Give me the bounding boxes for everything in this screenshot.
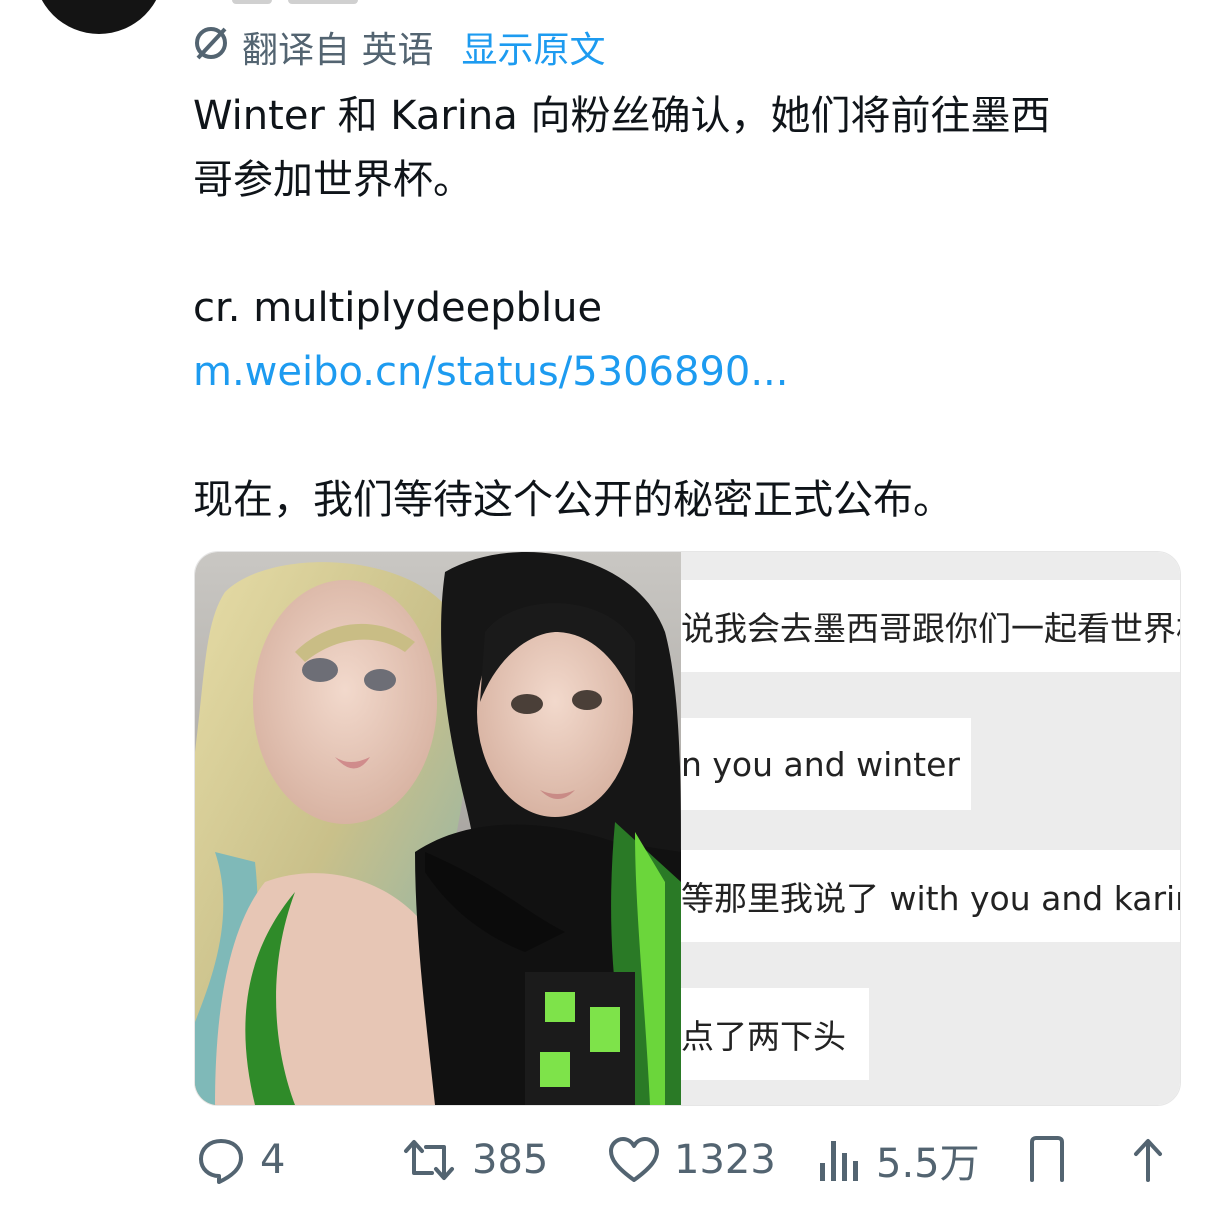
tweet-text: Winter 和 Karina 向粉丝确认，她们将前往墨西 哥参加世界杯。 cr… [193, 84, 1193, 532]
chat-text-2: n you and winter [681, 744, 960, 784]
chat-bubble-1: 说我会去墨西哥跟你们一起看世界杯 [681, 580, 1180, 672]
views-count: 5.5万 [876, 1141, 980, 1187]
retweet-button[interactable]: 385 [400, 1126, 548, 1194]
selfie-photo[interactable] [195, 552, 681, 1105]
chat-text-3: 等那里我说了 with you and karina [681, 879, 1180, 918]
reply-button[interactable]: 4 [196, 1126, 285, 1194]
retweet-count: 385 [472, 1137, 549, 1183]
reply-count: 4 [260, 1137, 286, 1183]
translate-icon [192, 24, 230, 71]
bookmark-button[interactable] [1026, 1126, 1068, 1194]
chat-screenshot: 说我会去墨西哥跟你们一起看世界杯 n you and winter 等那里我说了… [681, 552, 1180, 1105]
share-button[interactable] [1128, 1126, 1168, 1194]
heart-icon [608, 1135, 660, 1185]
tweet-credit: cr. multiplydeepblue [193, 285, 603, 331]
reply-icon [196, 1135, 246, 1185]
translated-from-label: 翻译自 英语 [242, 30, 434, 71]
bookmark-icon [1026, 1134, 1068, 1186]
share-icon [1128, 1134, 1168, 1186]
views-button[interactable]: 5.5万 [816, 1126, 980, 1194]
retweet-icon [400, 1135, 458, 1185]
like-count: 1323 [674, 1137, 776, 1183]
author-avatar[interactable] [34, 0, 164, 34]
author-name-fragment [232, 0, 402, 4]
tweet-actions: 4 385 1323 5.5万 [194, 1126, 1179, 1194]
chat-bubble-2: n you and winter [681, 718, 971, 810]
show-original-link[interactable]: 显示原文 [461, 21, 605, 73]
chat-bubble-3: 等那里我说了 with you and karina [681, 850, 1180, 942]
tweet-line-1: Winter 和 Karina 向粉丝确认，她们将前往墨西 [193, 93, 1051, 139]
tweet-closing: 现在，我们等待这个公开的秘密正式公布。 [193, 477, 953, 523]
chat-text-1: 说我会去墨西哥跟你们一起看世界杯 [681, 609, 1180, 648]
like-button[interactable]: 1323 [608, 1126, 776, 1194]
tweet-line-2: 哥参加世界杯。 [193, 157, 473, 203]
chat-text-4: 点了两下头 [681, 1017, 846, 1056]
views-icon [816, 1135, 862, 1185]
translation-bar: 翻译自 英语 显示原文 [192, 21, 605, 73]
tweet-link[interactable]: m.weibo.cn/status/5306890... [193, 340, 1193, 404]
chat-bubble-4: 点了两下头 [681, 988, 869, 1080]
tweet-media[interactable]: 说我会去墨西哥跟你们一起看世界杯 n you and winter 等那里我说了… [194, 551, 1181, 1106]
